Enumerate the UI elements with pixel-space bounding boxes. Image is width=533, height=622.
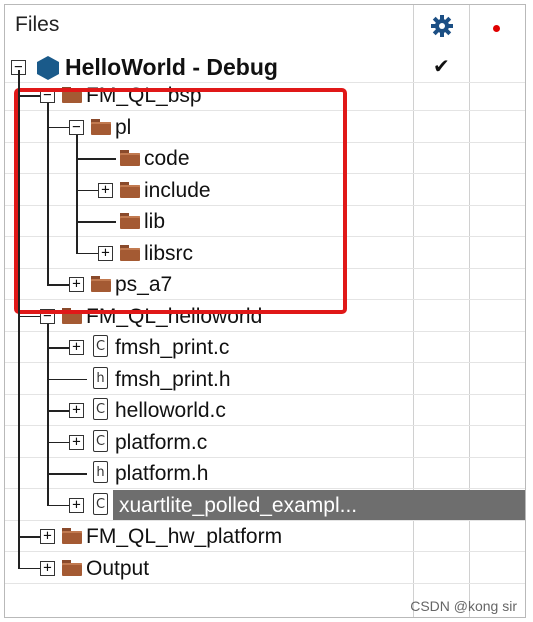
tree-connector-line bbox=[47, 504, 71, 506]
tree-connector-line bbox=[18, 567, 42, 569]
c-source-file-icon: C bbox=[93, 398, 108, 420]
workspace-files-panel: Files − HelloWorld - Debug ✔ − FM_QL_bsp −… bbox=[4, 4, 526, 618]
tree-item-label: platform.c bbox=[115, 430, 208, 454]
tree-item-file[interactable]: + Cplatform.c bbox=[5, 427, 525, 458]
red-dot-icon bbox=[493, 25, 500, 32]
expand-toggle[interactable]: + bbox=[69, 340, 84, 355]
tree-connector-line bbox=[47, 103, 49, 285]
gear-icon bbox=[431, 15, 453, 37]
files-header: Files bbox=[15, 13, 60, 36]
tree-item-label: fmsh_print.h bbox=[115, 367, 231, 391]
tree-connector-line bbox=[47, 347, 71, 349]
tree-connector-line bbox=[18, 70, 20, 569]
tree-item-label: fmsh_print.c bbox=[115, 336, 230, 359]
tree-item-label: FM_QL_hw_platform bbox=[86, 525, 283, 548]
tree-connector-line bbox=[47, 473, 87, 475]
tree-item-folder[interactable]: + Output bbox=[5, 553, 525, 584]
tree-item-label: platform.h bbox=[115, 462, 209, 485]
header-file-icon: h bbox=[93, 461, 108, 483]
status-column-header[interactable] bbox=[470, 5, 525, 45]
folder-icon bbox=[62, 528, 82, 544]
checkmark-icon[interactable]: ✔ bbox=[433, 52, 450, 83]
c-source-file-icon: C bbox=[93, 492, 108, 515]
tree-connector-line bbox=[47, 378, 87, 380]
tree-connector-line bbox=[47, 323, 49, 506]
tree-connector-line bbox=[47, 441, 71, 443]
tree-item-file[interactable]: + Cxuartlite_polled_exampl... bbox=[5, 489, 525, 521]
header-file-icon: h bbox=[93, 366, 108, 389]
expand-toggle[interactable]: + bbox=[69, 434, 84, 450]
tree-connector-line bbox=[18, 315, 42, 317]
expand-toggle[interactable]: + bbox=[40, 560, 55, 576]
tree-connector-line bbox=[47, 410, 71, 412]
folder-icon bbox=[62, 559, 82, 576]
tree-item-file[interactable]: + Chelloworld.c bbox=[5, 395, 525, 426]
tree-connector-line bbox=[76, 134, 78, 254]
c-source-file-icon: C bbox=[93, 335, 108, 357]
tree-item-label: helloworld.c bbox=[115, 399, 226, 422]
tree-item-label: xuartlite_polled_exampl... bbox=[115, 489, 412, 521]
tree-item-label: Output bbox=[86, 556, 150, 580]
annotation-highlight-box bbox=[14, 88, 347, 314]
settings-column-header[interactable] bbox=[414, 5, 469, 45]
project-title: HelloWorld - Debug bbox=[65, 54, 278, 80]
expand-toggle[interactable]: + bbox=[69, 403, 84, 418]
expand-toggle[interactable]: + bbox=[40, 529, 55, 544]
c-source-file-icon: C bbox=[93, 429, 108, 452]
tree-item-folder[interactable]: + FM_QL_hw_platform bbox=[5, 521, 525, 552]
expand-toggle[interactable]: + bbox=[69, 497, 84, 513]
tree-item-file[interactable]: h platform.h bbox=[5, 458, 525, 489]
tree-connector-line bbox=[18, 536, 42, 538]
tree-item-file[interactable]: h fmsh_print.h bbox=[5, 364, 525, 395]
project-hex-icon bbox=[37, 56, 59, 80]
tree-item-file[interactable]: + Cfmsh_print.c bbox=[5, 332, 525, 363]
watermark: CSDN @kong sir bbox=[410, 598, 517, 614]
tree-root-row[interactable]: − HelloWorld - Debug ✔ bbox=[5, 52, 525, 83]
